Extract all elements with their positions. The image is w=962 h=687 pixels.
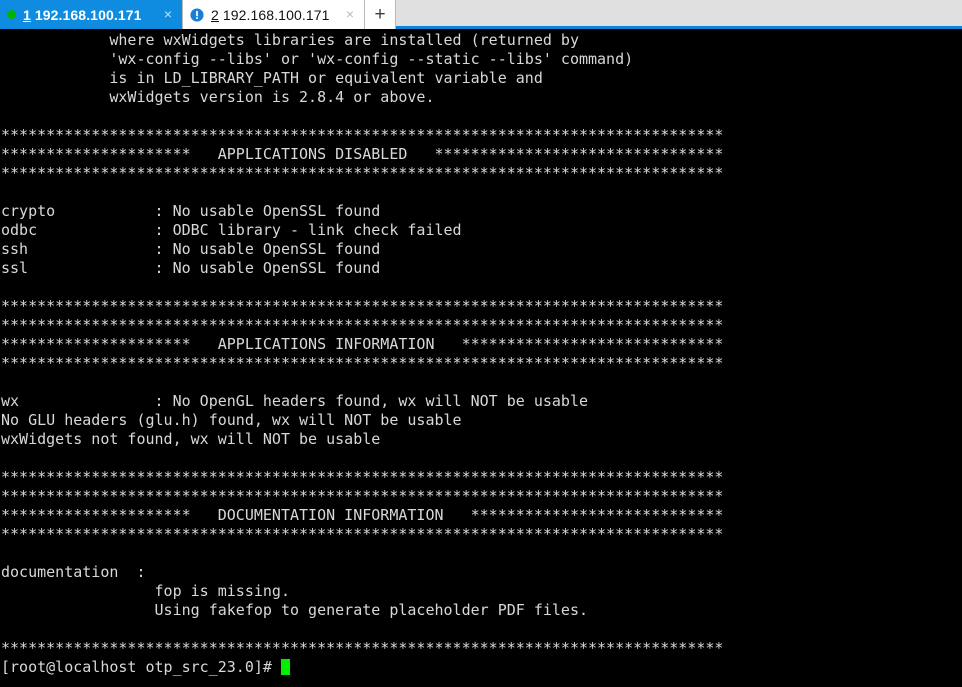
- blue-exclamation-icon: [190, 7, 204, 22]
- new-tab-button[interactable]: +: [365, 0, 396, 29]
- terminal-scrollback: where wxWidgets libraries are installed …: [1, 31, 724, 657]
- tab-1[interactable]: 1 192.168.100.171 ×: [0, 0, 182, 29]
- tab-2-index: 2: [211, 6, 219, 23]
- tab-1-close-icon[interactable]: ×: [160, 6, 176, 23]
- green-status-dot-icon: [7, 10, 16, 19]
- tab-2-label: 2 192.168.100.171: [211, 7, 336, 23]
- terminal-prompt-line: [root@localhost otp_src_23.0]#: [1, 658, 962, 677]
- tab-2[interactable]: 2 192.168.100.171 ×: [182, 0, 365, 29]
- tab-1-title: 192.168.100.171: [34, 6, 142, 23]
- tab-1-label: 1 192.168.100.171: [23, 7, 154, 23]
- tab-2-close-icon[interactable]: ×: [342, 6, 358, 23]
- tab-2-title: 192.168.100.171: [222, 6, 330, 23]
- terminal-output-area[interactable]: where wxWidgets libraries are installed …: [0, 29, 962, 687]
- text-cursor: [280, 659, 290, 675]
- tab-1-index: 1: [23, 6, 31, 23]
- tab-bar-empty-area: [396, 0, 962, 26]
- tab-bar: 1 192.168.100.171 × 2 192.168.100.171 × …: [0, 0, 962, 29]
- shell-prompt: [root@localhost otp_src_23.0]#: [1, 658, 272, 676]
